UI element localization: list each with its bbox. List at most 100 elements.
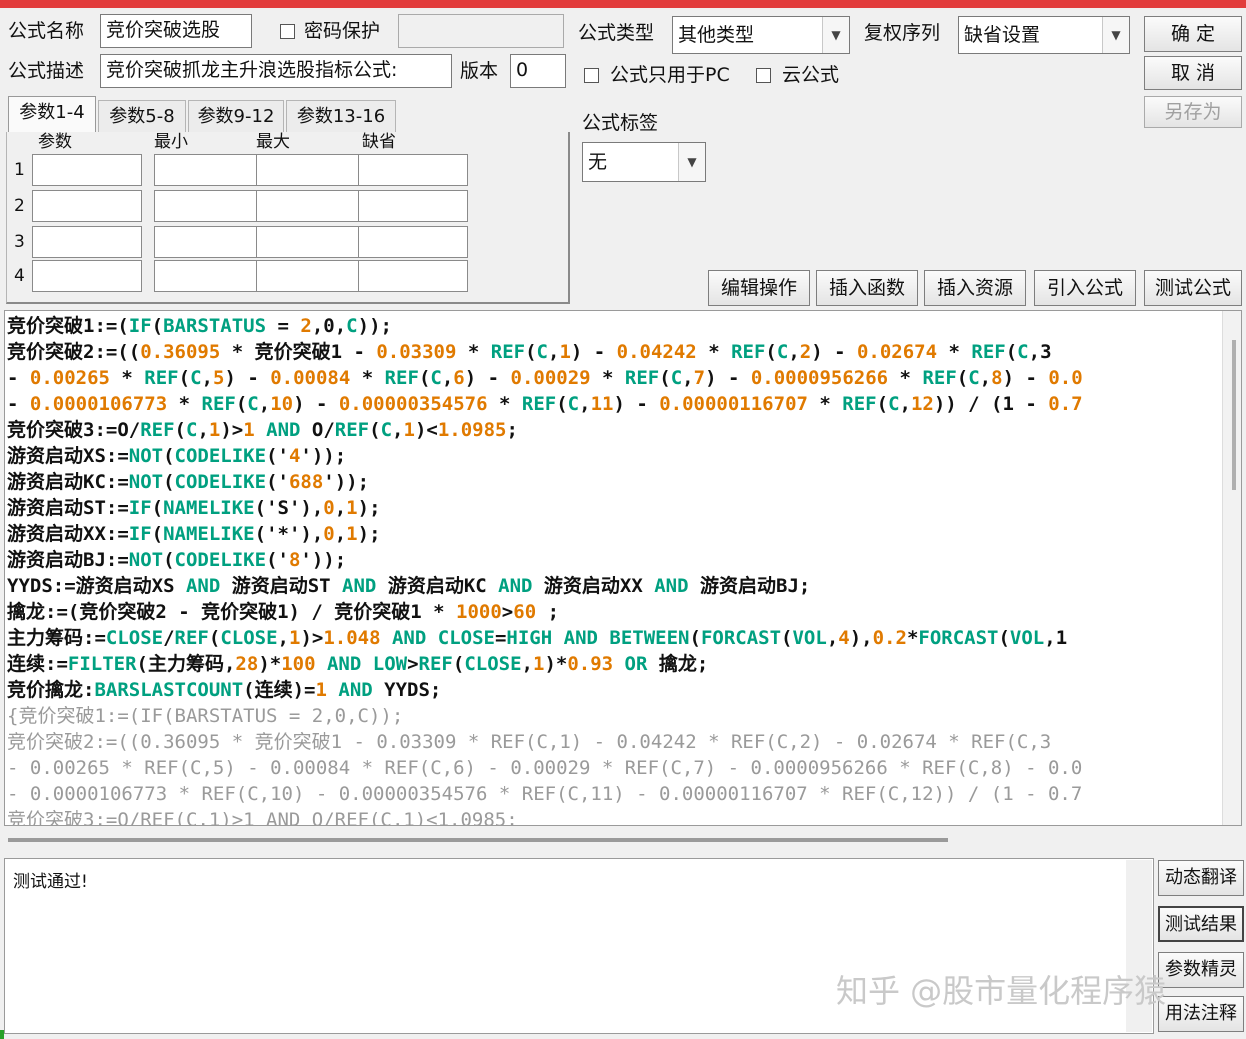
code-token: 0.0 xyxy=(1048,367,1083,389)
formula-desc-input[interactable]: 竞价突破抓龙主升浪选股指标公式: xyxy=(100,54,452,88)
code-token: 游资启动XX xyxy=(532,575,655,597)
param-input-row-1[interactable] xyxy=(32,154,142,186)
code-token: IF xyxy=(128,315,152,337)
chevron-down-icon[interactable]: ▼ xyxy=(1102,17,1129,53)
code-token: * xyxy=(590,367,625,389)
version-input[interactable]: 0 xyxy=(510,54,566,88)
tab-params-1-4[interactable]: 参数1-4 xyxy=(8,96,96,132)
code-token: 5 xyxy=(212,367,225,389)
tab-params-9-12[interactable]: 参数9-12 xyxy=(188,100,284,132)
min-input-row-3[interactable] xyxy=(154,226,264,258)
ok-button[interactable]: 确 定 xyxy=(1144,16,1242,52)
code-token: , xyxy=(899,393,911,415)
code-token: , xyxy=(277,627,289,649)
import-formula-button[interactable]: 引入公式 xyxy=(1034,270,1136,306)
code-token: 2 xyxy=(300,315,312,337)
code-token: REF xyxy=(418,653,453,675)
cloud-checkbox[interactable] xyxy=(756,68,771,83)
code-token: YYDS:=游资启动XS xyxy=(7,575,186,597)
password-checkbox[interactable] xyxy=(280,24,295,39)
code-token: = xyxy=(494,627,507,649)
chevron-down-icon[interactable]: ▼ xyxy=(822,17,849,53)
code-editor[interactable]: 竞价突破1:=(IF(BARSTATUS = 2,0,C)); 竞价突破2:=((… xyxy=(4,310,1242,826)
default-input-row-1[interactable] xyxy=(358,154,468,186)
code-token: ( xyxy=(151,497,164,519)
code-token: ( xyxy=(178,367,191,389)
code-token: NOT xyxy=(128,549,164,571)
code-token: ( xyxy=(163,471,175,493)
edit-ops-button[interactable]: 编辑操作 xyxy=(708,270,810,306)
code-token: 0 xyxy=(323,497,335,519)
code-token: ( xyxy=(525,341,537,363)
code-token: ) - xyxy=(570,341,617,363)
tab-params-13-16[interactable]: 参数13-16 xyxy=(286,100,396,132)
code-text[interactable]: 竞价突破1:=(IF(BARSTATUS = 2,0,C)); 竞价突破2:=((… xyxy=(7,313,1225,825)
param-input-row-2[interactable] xyxy=(32,190,142,222)
code-token: REF xyxy=(521,393,557,415)
code-token: 0.93 xyxy=(567,653,614,675)
code-token: , xyxy=(197,419,209,441)
usage-notes-button[interactable]: 用法注释 xyxy=(1158,996,1244,1032)
code-token: 0.0000956266 xyxy=(750,367,889,389)
tab-params-5-8[interactable]: 参数5-8 xyxy=(98,100,186,132)
code-line: 游资启动XX:=IF(NAMELIKE('*'),0,1); xyxy=(7,521,1225,547)
code-token: 擒龙; xyxy=(647,653,709,675)
code-token: 11 xyxy=(590,393,614,415)
code-token: 8 xyxy=(991,367,1003,389)
min-input-row-2[interactable] xyxy=(154,190,264,222)
code-token: * xyxy=(487,393,522,415)
code-token: REF xyxy=(144,367,179,389)
code-token: REF xyxy=(174,627,209,649)
code-token: 1 xyxy=(315,679,327,701)
min-input-row-1[interactable] xyxy=(154,154,264,186)
default-input-row-2[interactable] xyxy=(358,190,468,222)
test-result-button[interactable]: 测试结果 xyxy=(1158,906,1244,942)
code-token: AND xyxy=(498,575,533,597)
code-token: 8 xyxy=(288,549,301,571)
code-token: , xyxy=(579,393,591,415)
code-token: ) - xyxy=(811,341,857,363)
editor-vertical-scroll-thumb[interactable] xyxy=(1232,340,1236,490)
code-token: 0.00265 xyxy=(29,367,110,389)
min-input-row-4[interactable] xyxy=(154,260,264,292)
max-input-row-4[interactable] xyxy=(256,260,366,292)
insert-resource-button[interactable]: 插入资源 xyxy=(924,270,1026,306)
code-token: C xyxy=(1017,341,1029,363)
code-token: ( xyxy=(151,315,164,337)
param-input-row-3[interactable] xyxy=(32,226,142,258)
code-token: , xyxy=(979,367,992,389)
param-wizard-button[interactable]: 参数精灵 xyxy=(1158,952,1244,988)
code-token: 1 xyxy=(403,419,415,441)
param-row-number: 2 xyxy=(14,196,25,216)
code-token: 0 xyxy=(323,523,335,545)
default-input-row-3[interactable] xyxy=(358,226,468,258)
test-formula-button[interactable]: 测试公式 xyxy=(1144,270,1242,306)
code-token: REF xyxy=(490,341,526,363)
tag-select[interactable]: 无 ▼ xyxy=(582,142,706,182)
pc-only-checkbox[interactable] xyxy=(584,68,599,83)
password-label: 密码保护 xyxy=(304,20,381,42)
code-token: ( xyxy=(998,627,1010,649)
max-input-row-2[interactable] xyxy=(256,190,366,222)
code-token: 0.04242 xyxy=(616,341,697,363)
code-token: CLOSE xyxy=(437,627,495,649)
code-token: ')); xyxy=(323,471,370,493)
chevron-down-icon[interactable]: ▼ xyxy=(678,143,705,181)
formula-type-select[interactable]: 其他类型 ▼ xyxy=(672,16,850,54)
editor-horizontal-scroll-thumb[interactable] xyxy=(8,838,948,842)
max-input-row-1[interactable] xyxy=(256,154,366,186)
insert-function-button[interactable]: 插入函数 xyxy=(816,270,918,306)
cancel-button[interactable]: 取 消 xyxy=(1144,56,1242,90)
default-input-row-4[interactable] xyxy=(358,260,468,292)
code-token: * xyxy=(456,341,491,363)
code-token: 0.36095 xyxy=(140,341,221,363)
code-token: 游资启动BJ; xyxy=(688,575,811,597)
param-input-row-4[interactable] xyxy=(32,260,142,292)
max-input-row-3[interactable] xyxy=(256,226,366,258)
fuquan-select[interactable]: 缺省设置 ▼ xyxy=(958,16,1130,54)
dynamic-translate-button[interactable]: 动态翻译 xyxy=(1158,860,1244,896)
formula-name-input[interactable]: 竞价突破选股 xyxy=(100,14,252,48)
